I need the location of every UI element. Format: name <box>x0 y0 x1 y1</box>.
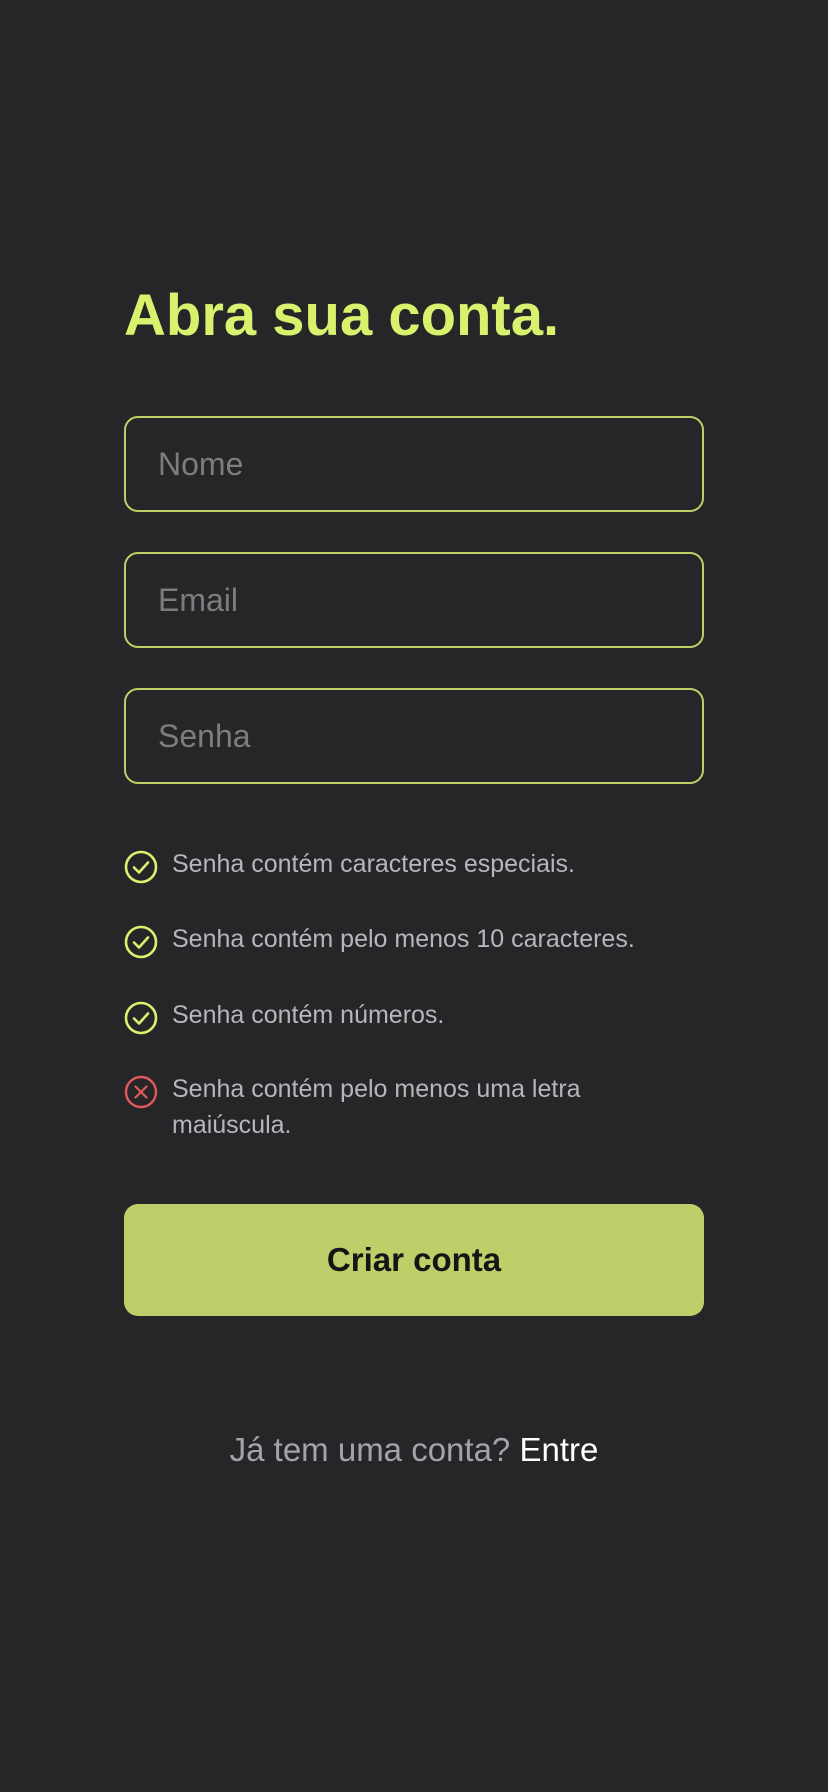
login-prompt: Já tem uma conta? Entre <box>124 1426 704 1474</box>
password-rule-special-chars: Senha contém caracteres especiais. <box>124 846 704 884</box>
x-circle-icon <box>124 1075 158 1109</box>
name-input[interactable] <box>126 418 702 510</box>
login-link[interactable]: Entre <box>519 1431 598 1468</box>
check-circle-icon <box>124 850 158 884</box>
password-rule-numbers: Senha contém números. <box>124 997 704 1035</box>
login-question: Já tem uma conta? <box>229 1431 511 1468</box>
password-rule-uppercase: Senha contém pelo menos uma letra maiúsc… <box>124 1071 704 1143</box>
password-rule-label: Senha contém pelo menos uma letra maiúsc… <box>172 1075 581 1139</box>
password-rule-label: Senha contém pelo menos 10 caracteres. <box>172 925 635 953</box>
password-rule-min-length: Senha contém pelo menos 10 caracteres. <box>124 921 704 959</box>
email-field <box>124 552 704 648</box>
password-rule-label: Senha contém números. <box>172 1001 445 1029</box>
check-circle-icon <box>124 1001 158 1035</box>
password-input[interactable] <box>126 690 702 782</box>
password-field <box>124 688 704 784</box>
email-input[interactable] <box>126 554 702 646</box>
password-rule-label: Senha contém caracteres especiais. <box>172 850 575 878</box>
check-circle-icon <box>124 925 158 959</box>
page-title: Abra sua conta. <box>124 283 560 348</box>
name-field <box>124 416 704 512</box>
create-account-button[interactable]: Criar conta <box>124 1204 704 1316</box>
